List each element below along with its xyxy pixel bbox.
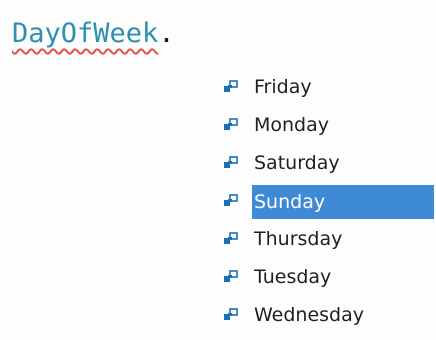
member-access-dot: . xyxy=(158,18,175,49)
completion-item-label: Monday xyxy=(254,114,330,136)
completion-list[interactable]: Friday Monday Saturday Sunday Thursday T… xyxy=(218,68,436,334)
completion-item-label: Saturday xyxy=(254,152,340,174)
enum-member-icon xyxy=(224,232,238,244)
completion-item-tuesday[interactable]: Tuesday xyxy=(218,258,436,296)
completion-item-friday[interactable]: Friday xyxy=(218,68,436,106)
enum-member-icon xyxy=(224,308,238,320)
type-identifier: DayOfWeek xyxy=(12,18,159,49)
enum-member-icon xyxy=(224,270,238,282)
completion-item-label: Wednesday xyxy=(254,304,365,326)
completion-item-wednesday[interactable]: Wednesday xyxy=(218,296,436,334)
completion-item-label: Sunday xyxy=(252,185,434,219)
code-editor[interactable]: DayOfWeek. Friday Monday Saturday Sunday… xyxy=(0,0,436,340)
enum-member-icon xyxy=(224,80,238,92)
completion-item-label: Tuesday xyxy=(254,266,332,288)
completion-item-label: Friday xyxy=(254,76,312,98)
enum-member-icon xyxy=(224,118,238,130)
completion-item-saturday[interactable]: Saturday xyxy=(218,144,436,182)
completion-item-label: Thursday xyxy=(254,228,343,250)
code-line[interactable]: DayOfWeek. xyxy=(12,14,175,54)
completion-item-thursday[interactable]: Thursday xyxy=(218,220,436,258)
enum-member-icon xyxy=(224,194,238,206)
completion-item-monday[interactable]: Monday xyxy=(218,106,436,144)
completion-item-sunday[interactable]: Sunday xyxy=(218,182,436,220)
enum-member-icon xyxy=(224,156,238,168)
